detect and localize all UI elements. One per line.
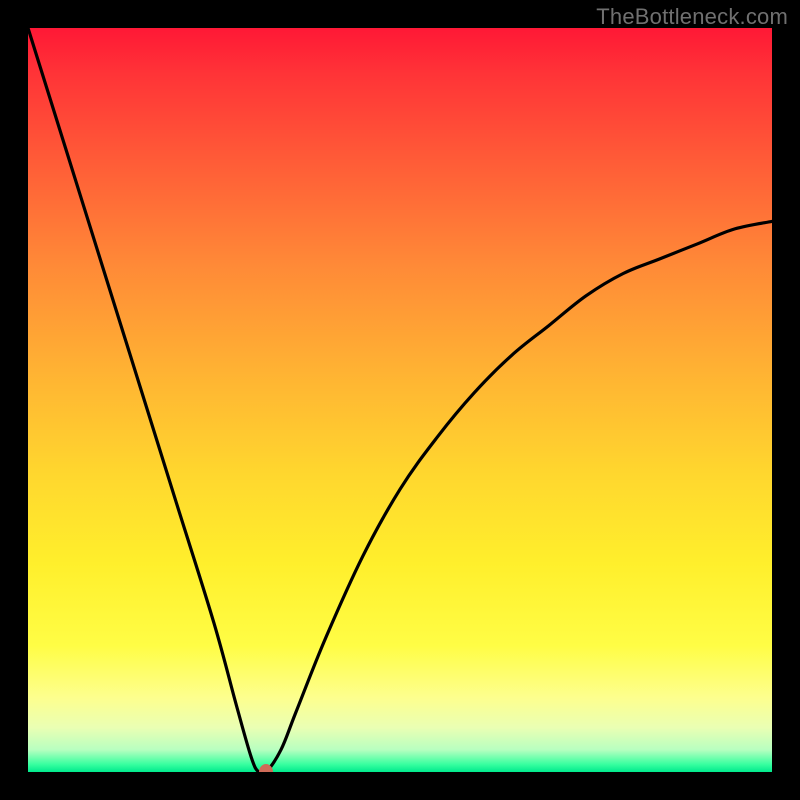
chart-frame: TheBottleneck.com	[0, 0, 800, 800]
plot-area	[28, 28, 772, 772]
watermark-text: TheBottleneck.com	[596, 4, 788, 30]
curve-svg	[28, 28, 772, 772]
bottleneck-curve	[28, 28, 772, 772]
